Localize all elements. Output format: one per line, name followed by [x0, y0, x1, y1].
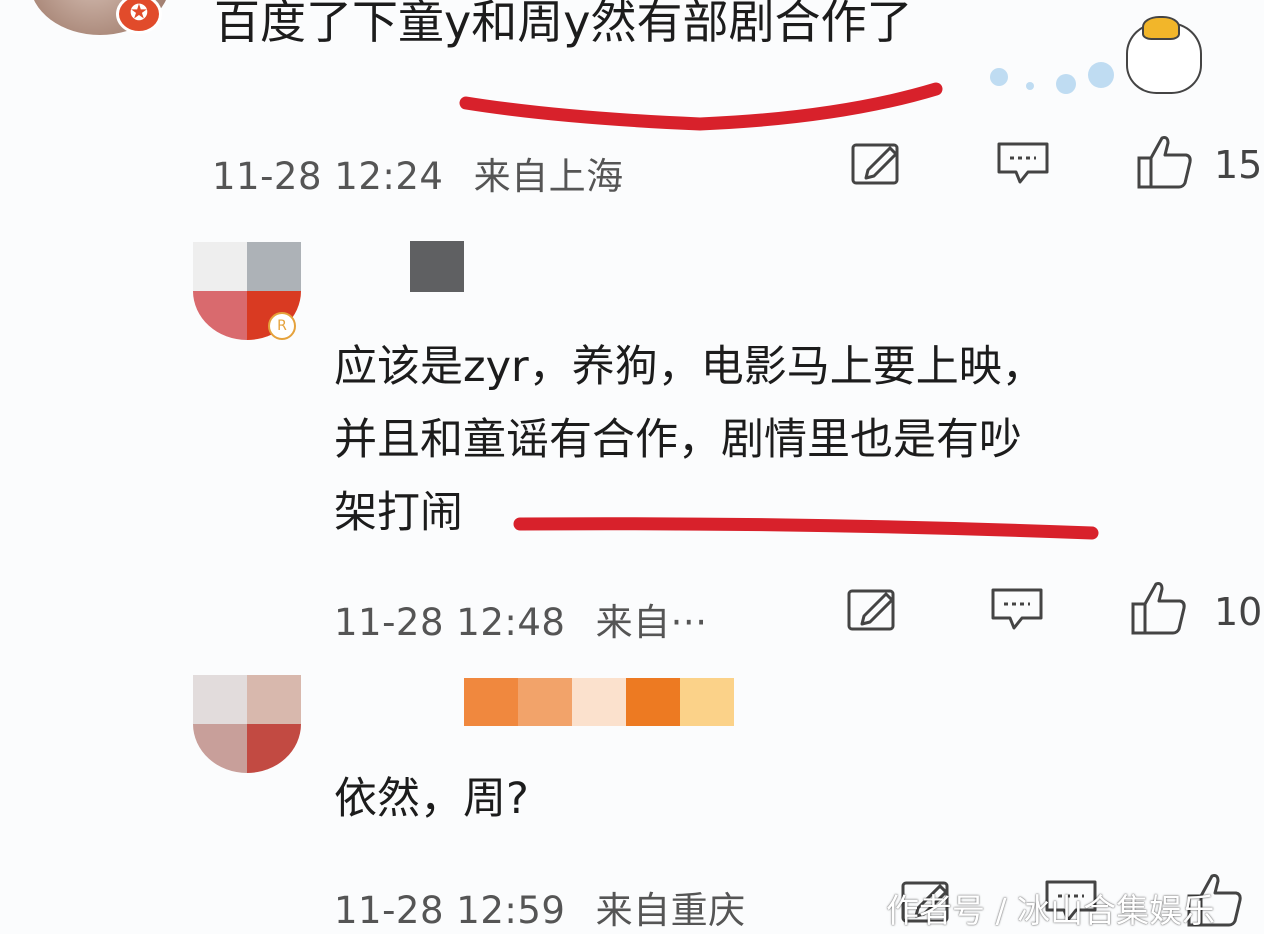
reply-time: 11-28 12:59: [334, 889, 566, 932]
thumbs-up-icon[interactable]: [1136, 134, 1194, 190]
like-count: 10: [1214, 590, 1263, 634]
reply-text-line-3: 架打闹: [334, 488, 463, 538]
reply-meta: 11-28 12:59 来自重庆: [334, 880, 746, 934]
reply-source: 来自重庆: [595, 889, 746, 932]
watermark: 作者号 / 冰山合集娱乐: [886, 891, 1216, 930]
reply-source: 来自···: [595, 601, 708, 644]
comment-time: 11-28 12:24: [212, 155, 444, 198]
like-count: 15: [1214, 143, 1263, 187]
share-edit-icon[interactable]: [846, 586, 900, 632]
emoji-hat-icon: [1142, 16, 1180, 40]
reply-text-line-1: 应该是zyr，养狗，电影马上要上映，: [334, 342, 1045, 392]
red-underline-1: [459, 82, 943, 131]
thumbs-up-icon[interactable]: [1130, 580, 1188, 636]
share-edit-icon[interactable]: [850, 140, 904, 186]
reply-text: 依然，周?: [334, 774, 529, 824]
red-underline-2: [513, 517, 1099, 540]
comment-icon[interactable]: [996, 140, 1050, 186]
comment-source: 来自上海: [473, 155, 624, 198]
reply-time: 11-28 12:48: [334, 601, 566, 644]
username-mosaic[interactable]: [464, 678, 734, 726]
reply-meta: 11-28 12:48 来自···: [334, 592, 707, 646]
vip-badge-icon: ✪: [116, 0, 162, 34]
username-mosaic[interactable]: [410, 241, 464, 292]
verified-badge-icon: R: [268, 312, 296, 340]
avatar[interactable]: [193, 675, 301, 773]
comment-meta: 11-28 12:24 来自上海: [212, 146, 624, 200]
comment-text: 百度了下童y和周y然有部剧合作了: [214, 0, 913, 49]
reply-text-line-2: 并且和童谣有合作，剧情里也是有吵: [334, 415, 1022, 465]
comment-icon[interactable]: [990, 586, 1044, 632]
